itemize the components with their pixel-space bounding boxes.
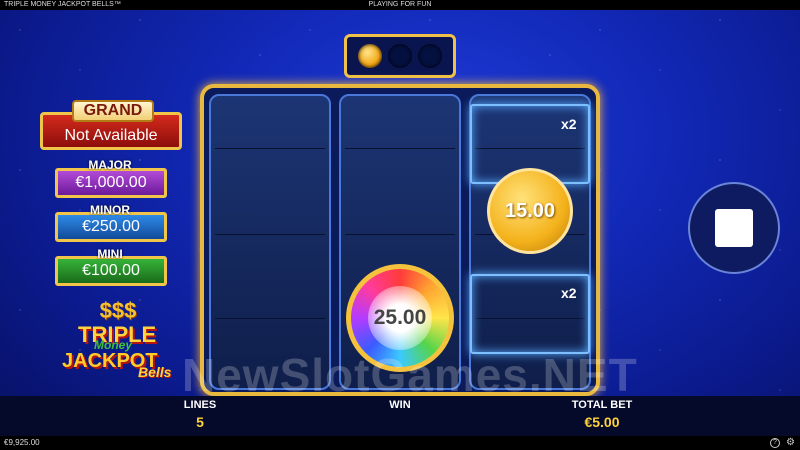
logo-bells: Bells (138, 364, 172, 380)
play-mode-label: PLAYING FOR FUN (368, 1, 432, 8)
lines-label: LINES (183, 399, 217, 411)
win-label: WIN (389, 399, 411, 411)
progress-dot-empty (418, 44, 442, 68)
multiplier-top: x2 (561, 116, 577, 132)
help-icon[interactable]: ? (770, 438, 780, 448)
multiplier-bottom: x2 (561, 285, 577, 301)
settings-icon[interactable]: ⚙ (786, 437, 795, 449)
top-bar: TRIPLE MONEY JACKPOT BELLS™ PLAYING FOR … (0, 0, 800, 10)
gold-coin-value: 15.00 (504, 199, 556, 222)
stop-button[interactable] (688, 182, 780, 274)
progress-dot-filled (358, 44, 382, 68)
gold-coin: 15.00 (487, 168, 573, 254)
lines-value: 5 (196, 414, 204, 430)
footer: €9,925.00 ? ⚙ (0, 436, 800, 450)
balance: €9,925.00 (4, 438, 40, 447)
total-bet-value: €5.00 (584, 414, 620, 430)
watermark: NewSlotGames.NET (182, 349, 638, 401)
game-logo: $$$ TRIPLE Money JACKPOT Bells (58, 300, 178, 382)
major-jackpot-label: MAJOR (88, 158, 132, 172)
logo-dollar-signs: $$$ (99, 298, 137, 323)
progress-dot-empty (388, 44, 412, 68)
reel-1 (209, 94, 331, 390)
total-bet-label: TOTAL BET (571, 399, 633, 411)
rainbow-coin-value: 25.00 (373, 306, 427, 329)
win-display: WIN (370, 399, 430, 414)
feature-progress (344, 34, 456, 78)
major-jackpot-value: €1,000.00 (55, 168, 167, 198)
mini-jackpot-label: MINI (97, 247, 123, 261)
grand-jackpot-label: GRAND (72, 100, 154, 122)
minor-jackpot-label: MINOR (90, 203, 130, 217)
lines-display: LINES 5 (170, 399, 230, 430)
total-bet-display[interactable]: TOTAL BET €5.00 (560, 399, 644, 430)
stop-icon (715, 209, 753, 247)
